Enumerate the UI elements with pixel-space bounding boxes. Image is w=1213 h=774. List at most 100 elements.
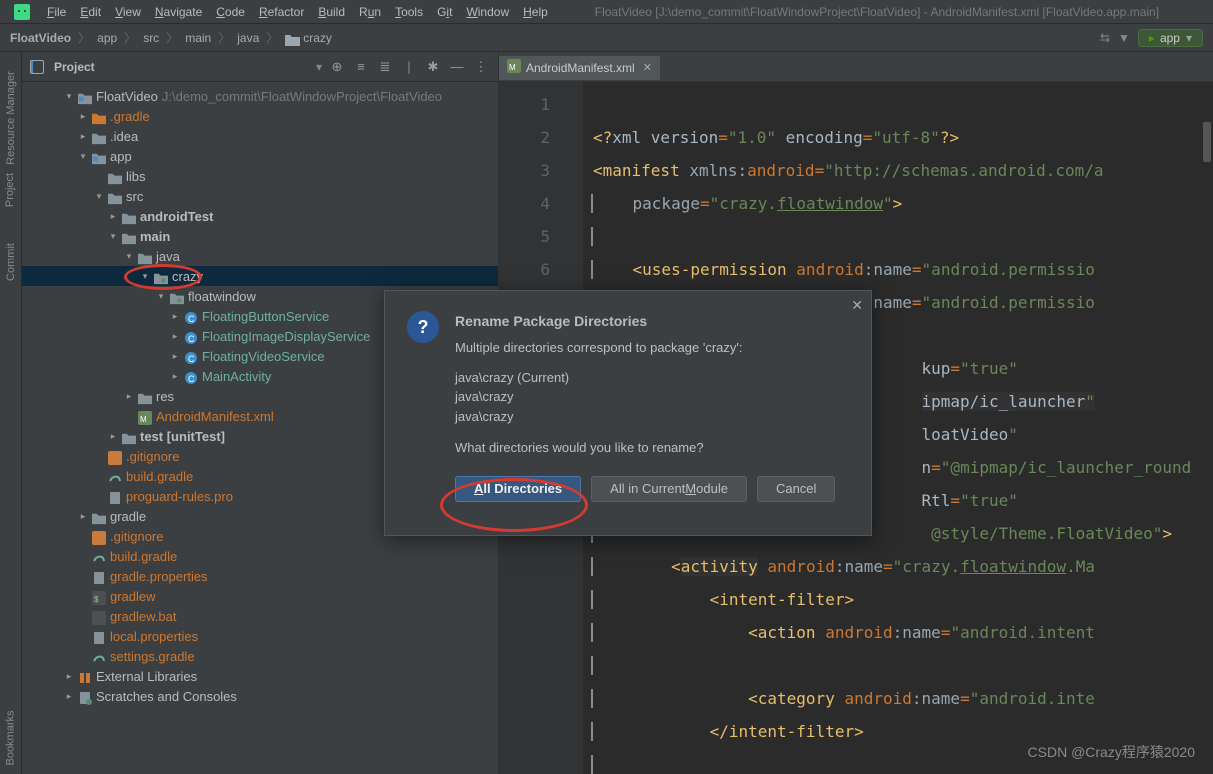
dialog-message: Multiple directories correspond to packa… xyxy=(455,338,743,358)
tool-resource-manager[interactable]: Resource Manager xyxy=(5,71,17,165)
xml-icon: M xyxy=(138,409,152,423)
tree-item-label: proguard-rules.pro xyxy=(126,489,233,504)
tree-item[interactable]: ▾main xyxy=(22,226,498,246)
tree-item[interactable]: ▸Scratches and Consoles xyxy=(22,686,498,706)
question-icon: ? xyxy=(407,311,439,343)
folder-icon xyxy=(108,189,122,203)
class-icon: C xyxy=(184,309,198,323)
tree-item-label: .gitignore xyxy=(110,529,163,544)
more-icon[interactable]: ⋮ xyxy=(472,59,490,75)
tree-item[interactable]: ▸.idea xyxy=(22,126,498,146)
tree-item-label: FloatingVideoService xyxy=(202,349,325,364)
folder-icon xyxy=(138,249,152,263)
tree-item[interactable]: gradlew.bat xyxy=(22,606,498,626)
menu-window[interactable]: Window xyxy=(459,5,516,19)
tree-item[interactable]: ▾src xyxy=(22,186,498,206)
tree-item[interactable]: libs xyxy=(22,166,498,186)
menu-help[interactable]: Help xyxy=(516,5,555,19)
lib-icon xyxy=(78,669,92,683)
error-stripe-marker[interactable] xyxy=(1203,122,1211,162)
package-icon xyxy=(170,289,184,303)
tree-item[interactable]: settings.gradle xyxy=(22,646,498,666)
svg-text:C: C xyxy=(188,334,195,344)
tree-item[interactable]: ▾crazy xyxy=(22,266,498,286)
menu-code[interactable]: Code xyxy=(209,5,252,19)
tree-item[interactable]: ▸androidTest xyxy=(22,206,498,226)
menu-edit[interactable]: Edit xyxy=(73,5,108,19)
svg-text:C: C xyxy=(188,374,195,384)
tool-project[interactable]: Project xyxy=(5,173,17,207)
git-icon xyxy=(108,449,122,463)
breadcrumb-item[interactable]: crazy xyxy=(303,31,332,45)
breadcrumb-item[interactable]: src xyxy=(143,31,159,45)
menu-file[interactable]: File xyxy=(40,5,73,19)
bat-icon xyxy=(92,609,106,623)
tree-item[interactable]: ▾java xyxy=(22,246,498,266)
folder-icon xyxy=(285,32,299,44)
breadcrumb-item[interactable]: java xyxy=(237,31,259,45)
tree-item[interactable]: $gradlew xyxy=(22,586,498,606)
tree-item-label: crazy xyxy=(172,269,203,284)
menu-navigate[interactable]: Navigate xyxy=(148,5,209,19)
all-in-module-button[interactable]: All in Current Module xyxy=(591,476,747,502)
tab-androidmanifest[interactable]: M AndroidManifest.xml ✕ xyxy=(499,54,660,80)
tree-item-label: gradle xyxy=(110,509,146,524)
tree-item-label: AndroidManifest.xml xyxy=(156,409,274,424)
breadcrumbs[interactable]: FloatVideo〉 app〉 src〉 main〉 java〉 crazy xyxy=(10,29,332,46)
folder-icon xyxy=(92,129,106,143)
scratch-icon xyxy=(78,689,92,703)
menu-run[interactable]: Run xyxy=(352,5,388,19)
class-icon: C xyxy=(184,369,198,383)
menu-view[interactable]: View xyxy=(108,5,148,19)
tree-item-label: settings.gradle xyxy=(110,649,195,664)
breadcrumb-item[interactable]: app xyxy=(97,31,117,45)
menu-build[interactable]: Build xyxy=(311,5,352,19)
run-configuration-selector[interactable]: app ▾ xyxy=(1138,29,1203,47)
gradle-icon xyxy=(92,549,106,563)
project-panel-title[interactable]: Project xyxy=(54,60,310,74)
settings-icon[interactable]: ✱ xyxy=(424,59,442,75)
tree-item-label: androidTest xyxy=(140,209,213,224)
folder-icon xyxy=(138,389,152,403)
git-icon xyxy=(92,529,106,543)
folder-icon xyxy=(122,429,136,443)
select-opened-file-icon[interactable]: ⊕ xyxy=(328,59,346,75)
tool-commit[interactable]: Commit xyxy=(5,243,17,281)
tool-bookmarks[interactable]: Bookmarks xyxy=(5,710,17,765)
svg-text:C: C xyxy=(188,314,195,324)
module-icon xyxy=(92,149,106,163)
breadcrumb-item[interactable]: FloatVideo xyxy=(10,31,71,45)
tree-item-label: External Libraries xyxy=(96,669,197,684)
dropdown-icon[interactable]: ▼ xyxy=(1118,31,1130,45)
sync-icon[interactable]: ⇆ xyxy=(1100,31,1110,45)
tree-item[interactable]: ▾app xyxy=(22,146,498,166)
menu-refactor[interactable]: Refactor xyxy=(252,5,311,19)
hide-icon[interactable]: — xyxy=(448,59,466,74)
tree-item-label: build.gradle xyxy=(110,549,177,564)
tree-item[interactable]: local.properties xyxy=(22,626,498,646)
expand-all-icon[interactable]: ≡ xyxy=(352,59,370,74)
tree-item[interactable]: ▸.gradle xyxy=(22,106,498,126)
collapse-all-icon[interactable]: ≣ xyxy=(376,59,394,75)
dialog-path: java\crazy xyxy=(455,407,743,427)
svg-text:M: M xyxy=(509,63,516,72)
editor-tabs: M AndroidManifest.xml ✕ xyxy=(499,52,1213,82)
tree-item-label: Scratches and Consoles xyxy=(96,689,237,704)
dialog-path: java\crazy (Current) xyxy=(455,368,743,388)
breadcrumb-item[interactable]: main xyxy=(185,31,211,45)
svg-text:M: M xyxy=(140,415,147,424)
tree-item-label: .gradle xyxy=(110,109,150,124)
menu-git[interactable]: Git xyxy=(430,5,459,19)
tree-item[interactable]: ▸External Libraries xyxy=(22,666,498,686)
tree-item[interactable]: ▾FloatVideo J:\demo_commit\FloatWindowPr… xyxy=(22,86,498,106)
tree-item-label: floatwindow xyxy=(188,289,256,304)
app-logo-icon xyxy=(14,4,30,20)
all-directories-button[interactable]: All Directories xyxy=(455,476,581,502)
close-icon[interactable]: ✕ xyxy=(851,297,863,314)
menu-tools[interactable]: Tools xyxy=(388,5,430,19)
gradle-icon xyxy=(108,469,122,483)
tree-item[interactable]: gradle.properties xyxy=(22,566,498,586)
cancel-button[interactable]: Cancel xyxy=(757,476,835,502)
tree-item[interactable]: build.gradle xyxy=(22,546,498,566)
close-icon[interactable]: ✕ xyxy=(643,61,652,74)
